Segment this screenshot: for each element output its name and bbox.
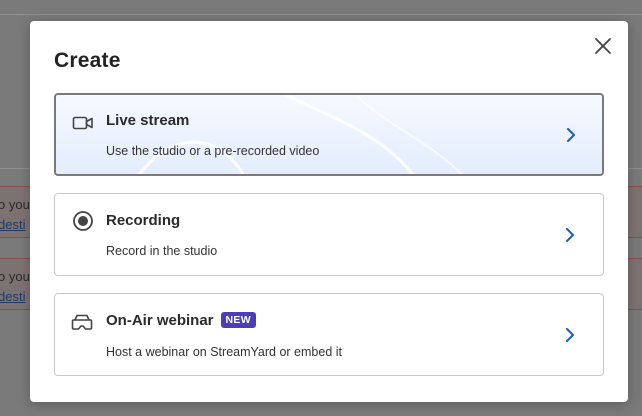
live-stream-option[interactable]: Live stream Use the studio or a pre-reco… xyxy=(54,93,604,176)
video-camera-icon xyxy=(72,116,93,130)
background-row-text: o you xyxy=(0,197,30,212)
decorative-swirl xyxy=(137,95,463,174)
option-description: Record in the studio xyxy=(106,244,218,258)
close-button[interactable] xyxy=(593,36,613,56)
divider xyxy=(0,14,642,15)
close-icon xyxy=(595,38,611,54)
option-description: Host a webinar on StreamYard or embed it xyxy=(106,345,342,359)
background-row-link: desti xyxy=(0,289,26,304)
create-modal: Create Live stream Use the studio or a p… xyxy=(30,21,628,402)
option-title: On-Air webinar xyxy=(106,312,214,329)
record-icon xyxy=(73,211,93,231)
option-title: Recording xyxy=(106,212,181,229)
option-title-wrap: On-Air webinar NEW xyxy=(106,312,256,329)
chevron-right-icon xyxy=(566,228,574,242)
option-title: Live stream xyxy=(106,112,190,129)
new-badge: NEW xyxy=(220,312,256,328)
recording-option[interactable]: Recording Record in the studio xyxy=(54,193,604,276)
vr-headset-icon xyxy=(71,314,93,330)
on-air-webinar-option[interactable]: On-Air webinar NEW Host a webinar on Stre… xyxy=(54,293,604,376)
modal-title: Create xyxy=(54,49,121,72)
background-row-link: desti xyxy=(0,217,26,232)
chevron-right-icon xyxy=(566,328,574,342)
option-description: Use the studio or a pre-recorded video xyxy=(106,144,320,158)
chevron-right-icon xyxy=(567,128,575,142)
background-row-text: o you xyxy=(0,269,30,284)
